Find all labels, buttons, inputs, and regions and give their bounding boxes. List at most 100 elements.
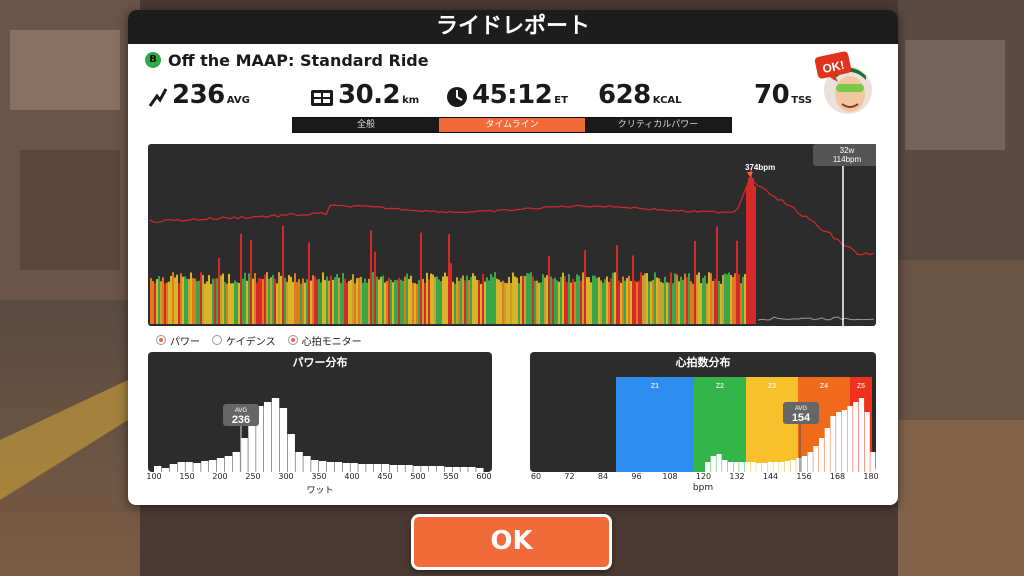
power-dist-histogram bbox=[154, 398, 484, 472]
power-bar bbox=[514, 276, 516, 324]
power-bar bbox=[264, 274, 266, 324]
power-bar bbox=[160, 281, 162, 324]
ok-button[interactable]: OK bbox=[411, 514, 612, 570]
power-bar bbox=[732, 277, 734, 324]
timeline-chart[interactable]: 374bpm 32w 114bpm bbox=[148, 144, 876, 326]
power-bar bbox=[596, 277, 598, 324]
power-bar bbox=[304, 282, 306, 324]
power-dist-bar bbox=[374, 464, 382, 472]
power-bar bbox=[446, 276, 448, 324]
power-bar bbox=[628, 275, 630, 324]
power-bar bbox=[482, 274, 484, 324]
power-bar bbox=[242, 278, 244, 324]
hr-dist-bar bbox=[722, 460, 728, 472]
power-dist-bar bbox=[216, 458, 225, 472]
legend-power[interactable]: パワー bbox=[156, 333, 200, 348]
legend-hr-label: 心拍モニター bbox=[301, 336, 362, 348]
power-bar bbox=[500, 282, 502, 324]
power-bar bbox=[478, 280, 480, 324]
power-bar bbox=[292, 281, 294, 324]
power-bar bbox=[688, 273, 690, 324]
power-radio[interactable] bbox=[156, 335, 166, 345]
power-bar bbox=[456, 277, 458, 324]
hr-dist-bar bbox=[801, 456, 808, 472]
hr-zone-label: Z5 bbox=[857, 383, 865, 390]
power-bar bbox=[350, 279, 352, 324]
power-bar bbox=[726, 274, 728, 324]
power-bar bbox=[692, 283, 694, 324]
power-bar bbox=[580, 280, 582, 324]
power-bar bbox=[520, 276, 522, 324]
power-bar bbox=[272, 274, 274, 324]
hr-x-tick: 60 bbox=[530, 472, 542, 481]
power-bar bbox=[672, 283, 674, 324]
power-dist-svg: AVG 236 bbox=[154, 398, 484, 472]
power-bar bbox=[642, 275, 644, 324]
power-bar bbox=[582, 272, 584, 324]
power-bar bbox=[736, 240, 738, 324]
power-dist-bar bbox=[185, 462, 193, 472]
legend-heart-rate[interactable]: 心拍モニター bbox=[287, 333, 362, 348]
power-x-title: ワット bbox=[306, 486, 334, 496]
power-bar bbox=[730, 275, 732, 324]
power-bar bbox=[506, 283, 508, 324]
power-bar bbox=[548, 255, 550, 324]
report-tabs: 全般 タイムライン クリティカルパワー bbox=[292, 117, 732, 133]
power-bar bbox=[552, 278, 554, 324]
power-bar bbox=[724, 273, 726, 324]
legend-cadence-label: ケイデンス bbox=[226, 336, 276, 348]
power-bar bbox=[576, 274, 578, 324]
power-bar bbox=[614, 272, 616, 324]
power-bar bbox=[276, 283, 278, 324]
power-dist-bar bbox=[319, 461, 327, 472]
power-bar bbox=[314, 276, 316, 324]
power-bar bbox=[484, 281, 486, 324]
hr-zone-label: Z2 bbox=[716, 383, 724, 390]
power-bar bbox=[556, 280, 558, 324]
tab-overview[interactable]: 全般 bbox=[293, 118, 439, 132]
power-bar bbox=[188, 279, 190, 324]
power-bar bbox=[428, 279, 430, 324]
tss-value: 70 bbox=[754, 80, 790, 110]
power-bar bbox=[424, 282, 426, 324]
power-bar bbox=[344, 278, 346, 324]
power-bar bbox=[360, 276, 362, 324]
power-dist-bar bbox=[350, 463, 358, 472]
power-bar bbox=[228, 273, 230, 324]
power-bar bbox=[336, 274, 338, 324]
power-dist-bar bbox=[271, 398, 280, 472]
power-bar bbox=[434, 277, 436, 324]
tab-critical-power[interactable]: クリティカルパワー bbox=[585, 118, 731, 132]
power-bar bbox=[660, 281, 662, 324]
hr-dist-bar bbox=[853, 402, 859, 472]
legend-power-label: パワー bbox=[170, 336, 200, 348]
hr-x-tick: 120 bbox=[695, 472, 712, 481]
power-bar bbox=[466, 275, 468, 324]
cadence-radio[interactable] bbox=[212, 335, 222, 345]
power-bar bbox=[184, 276, 186, 324]
power-bar bbox=[302, 278, 304, 324]
power-bar bbox=[534, 280, 536, 324]
power-dist-bar bbox=[311, 460, 319, 472]
power-bar bbox=[274, 278, 276, 324]
power-bar bbox=[584, 250, 586, 324]
legend-cadence[interactable]: ケイデンス bbox=[212, 333, 276, 348]
hr-dist-bar bbox=[779, 462, 785, 472]
odometer-icon bbox=[311, 90, 333, 106]
power-bar bbox=[640, 272, 642, 324]
power-dist-bar bbox=[389, 465, 398, 472]
power-bar bbox=[430, 273, 432, 324]
tab-timeline[interactable]: タイムライン bbox=[439, 118, 585, 132]
hr-dist-bar bbox=[710, 456, 716, 472]
power-bar bbox=[266, 272, 268, 324]
power-bar bbox=[588, 277, 590, 324]
power-bar bbox=[246, 280, 248, 324]
hr-dist-bar bbox=[864, 412, 870, 472]
power-bar bbox=[420, 232, 422, 324]
hr-dist-bar bbox=[773, 462, 779, 472]
power-bar bbox=[162, 277, 164, 324]
hr-dist-bar bbox=[716, 454, 722, 472]
heart-rate-radio[interactable] bbox=[287, 335, 298, 345]
heart-rate-line bbox=[149, 176, 875, 256]
power-x-tick: 500 bbox=[410, 472, 426, 481]
